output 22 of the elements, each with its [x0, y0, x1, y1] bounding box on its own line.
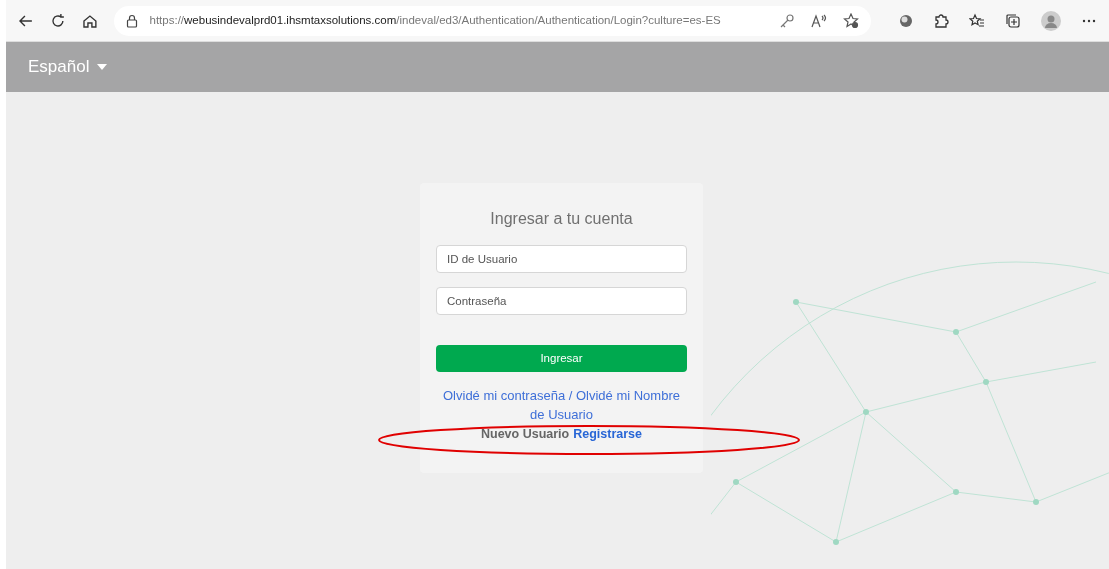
url-text: https://webusindevalprd01.ihsmtaxsolutions.com/indeval/ed3/Authentication/Authentication/Login?culture=es-ES: [149, 12, 721, 28]
read-aloud-icon[interactable]: [811, 12, 827, 29]
forgot-credentials-links[interactable]: Olvidé mi contraseña / Olvidé mi Nombre de Usuario: [440, 386, 683, 424]
puzzle-icon[interactable]: [933, 12, 949, 29]
collections-icon[interactable]: [1005, 12, 1021, 29]
language-dropdown[interactable]: Español: [28, 54, 108, 80]
register-link[interactable]: Registrarse: [573, 425, 642, 444]
favorite-star-icon[interactable]: [843, 12, 859, 29]
login-title: Ingresar a tu cuenta: [490, 209, 633, 229]
login-button[interactable]: Ingresar: [436, 345, 687, 372]
address-bar[interactable]: https://webusindevalprd01.ihsmtaxsolutions.com/indeval/ed3/Authentication/Authentication/Login?culture=es-ES: [113, 5, 871, 36]
caret-icon: [97, 63, 108, 71]
circle-icon[interactable]: [899, 13, 913, 28]
home-icon[interactable]: [81, 12, 98, 29]
profile-avatar-icon[interactable]: [1041, 10, 1061, 31]
username-field[interactable]: ID de Usuario: [436, 245, 687, 273]
favorites-list-icon[interactable]: [969, 12, 985, 29]
new-user-label: Nuevo Usuario: [481, 426, 570, 443]
key-icon[interactable]: [779, 12, 795, 29]
lock-icon: [125, 13, 138, 28]
refresh-icon[interactable]: [49, 12, 66, 29]
password-field[interactable]: Contraseña: [436, 287, 687, 315]
